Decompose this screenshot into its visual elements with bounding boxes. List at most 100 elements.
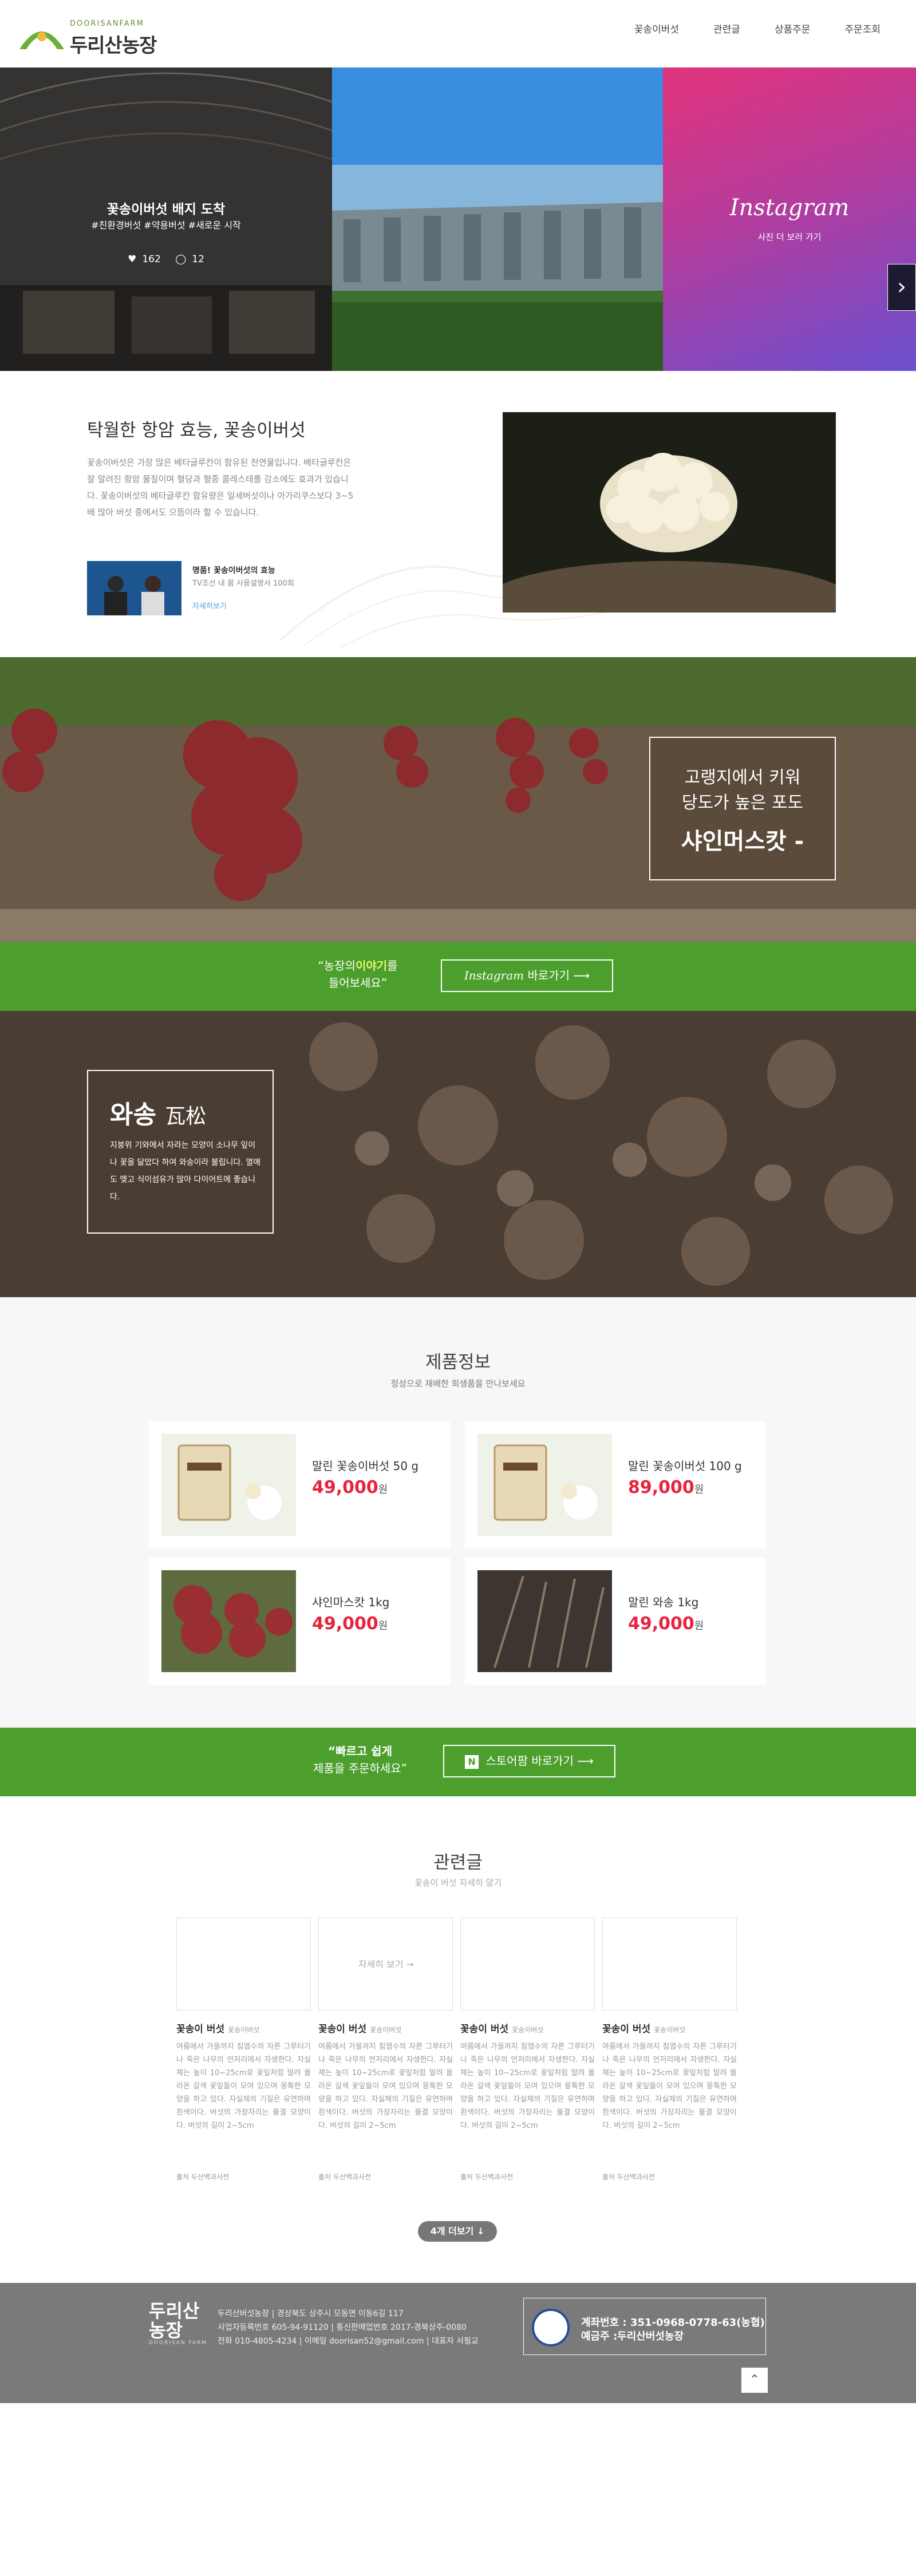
price-currency: 원 <box>378 1484 388 1496</box>
grape-line-3: 샤인머스캇 - <box>681 828 804 855</box>
intro-title: 탁월한 항암 효능, 꽃송이버섯 <box>87 420 306 441</box>
related-meta: 꽃송이버섯 <box>370 2026 402 2034</box>
store-cta-quote-c: 제품을 주문하세요” <box>313 1761 407 1775</box>
related-item-body: 여름에서 가을까지 침엽수의 자른 그루터기나 죽은 나무의 언저리에서 자생한… <box>602 2042 737 2130</box>
instagram-post-panel[interactable]: 꽃송이버섯 배지 도착 #친환경버섯 #약용버섯 #새로운 시작 ♥ 162 ◯ 1… <box>0 68 332 371</box>
post-title: 꽃송이버섯 배지 도착 <box>106 202 226 217</box>
tv-caption-subtitle: TV조선 내 몸 사용설명서 100회 <box>192 579 294 588</box>
related-card-image[interactable] <box>460 1918 595 2010</box>
nav-item-related[interactable]: 관련글 <box>696 23 757 37</box>
instagram-panel[interactable]: Instagram 사진 더 보러 가기 <box>663 68 916 371</box>
product-name: 말린 꽃송이버섯 100 g <box>628 1459 742 1473</box>
building-illustration <box>332 68 663 371</box>
nav-item-mushroom[interactable]: 꽃송이버섯 <box>617 23 696 37</box>
product-card[interactable]: 말린 꽃송이버섯 50 g 49,000원 <box>149 1421 450 1548</box>
logo-english: DOORISANFARM <box>70 19 144 28</box>
store-go-button[interactable]: N 스토어팜 바로가기 ⟶ <box>443 1745 615 1777</box>
related-section: 관련글 꽃송이 버섯 자세히 알기 자세히 보기 → 꽃송이 버섯 꽃송이버섯 꽃… <box>0 1796 916 2283</box>
related-card-image[interactable]: 자세히 보기 → <box>318 1918 453 2010</box>
product-section: 제품정보 정성으로 재배한 희생품을 만나보세요 말린 꽃송이버섯 50 g 4… <box>0 1297 916 1728</box>
load-more-button[interactable]: 4개 더보기 ↓ <box>418 2221 497 2242</box>
product-price: 49,000원 <box>312 1614 388 1634</box>
grape-line-1: 고랭지에서 키워 <box>684 768 801 788</box>
comment-count: 12 <box>192 254 204 265</box>
tv-caption-title: 명품! 꽃송이버섯의 효능 <box>192 566 275 575</box>
product-subtitle: 정성으로 재배한 희생품을 만나보세요 <box>390 1378 526 1389</box>
bank-holder: 예금주 :두리산버섯농장 <box>581 2330 684 2342</box>
related-title-text: 꽃송이 버섯 <box>460 2024 509 2035</box>
instagram-go-label: 바로가기 <box>527 969 570 982</box>
nav-item-order-check[interactable]: 주문조회 <box>827 23 881 37</box>
price-value: 49,000 <box>312 1477 378 1498</box>
product-card[interactable]: 말린 와송 1kg 49,000원 <box>465 1558 766 1685</box>
instagram-cta-bar: “농장의이야기를 들어보세요” Instagram 바로가기 ⟶ <box>0 942 916 1011</box>
related-item-source: 출처 두산백과사전 <box>318 2173 372 2181</box>
farm-building-photo <box>332 68 663 371</box>
related-title: 관련글 <box>433 1852 483 1873</box>
footer-registration: 사업자등록번호 605-94-91120 | 통신판매업번호 2017-경북상주… <box>218 2323 467 2332</box>
cta-quote-b: 를 <box>387 959 398 973</box>
related-subtitle: 꽃송이 버섯 자세히 알기 <box>414 1878 502 1888</box>
product-image <box>477 1570 612 1672</box>
price-currency: 원 <box>694 1484 704 1496</box>
tv-show-thumbnail[interactable] <box>87 561 181 615</box>
footer-info: 두리산버섯농장 | 경상북도 상주시 모동면 이동6길 117 사업자등록번호 … <box>218 2307 479 2348</box>
nav-item-order[interactable]: 상품주문 <box>757 23 828 37</box>
site-header: DOORISANFARM 두리산농장 꽃송이버섯 관련글 상품주문 주문조회 <box>0 0 916 68</box>
banner-row: 꽃송이버섯 배지 도착 #친환경버섯 #약용버섯 #새로운 시작 ♥ 162 ◯ 1… <box>0 68 916 371</box>
tv-more-link[interactable]: 자세히보기 <box>192 600 227 611</box>
mushroom-intro-section: 탁월한 항암 효능, 꽃송이버섯 꽃송이버섯은 가장 많은 베타글루칸이 함유된… <box>0 371 916 657</box>
cta-quote-a: “농장의 <box>318 959 356 973</box>
instagram-title: Instagram <box>729 195 850 221</box>
related-card-image[interactable] <box>602 1918 737 2010</box>
heart-icon: ♥ <box>128 254 137 265</box>
arrow-right-icon: ⟶ <box>573 969 590 982</box>
product-price: 89,000원 <box>628 1477 704 1498</box>
related-item-source: 출처 두산백과사전 <box>602 2173 656 2181</box>
price-value: 89,000 <box>628 1477 694 1498</box>
site-footer: 두리산 농장 DOORISAN FARM 두리산버섯농장 | 경상북도 상주시 모… <box>0 2283 916 2403</box>
related-meta: 꽃송이버섯 <box>228 2026 260 2034</box>
related-item-title[interactable]: 꽃송이 버섯 꽃송이버섯 <box>176 2021 259 2035</box>
scroll-top-button[interactable]: ⌃ <box>741 2368 768 2393</box>
naver-n-icon: N <box>465 1755 479 1769</box>
cauliflower-mushroom-image <box>503 412 836 613</box>
intro-body: 꽃송이버섯은 가장 많은 베타글루칸이 함유된 천연물입니다. 베타글루칸은 잘… <box>87 457 354 517</box>
product-name: 말린 꽃송이버섯 50 g <box>312 1459 419 1473</box>
related-title-text: 꽃송이 버섯 <box>318 2024 367 2035</box>
logo[interactable]: DOORISANFARM 두리산농장 <box>17 16 166 57</box>
next-arrow-button[interactable]: › <box>887 264 916 311</box>
product-image <box>161 1434 296 1536</box>
product-title: 제품정보 <box>425 1352 491 1373</box>
related-item-title[interactable]: 꽃송이 버섯 꽃송이버섯 <box>460 2021 543 2035</box>
wasong-caption-box: 와송 瓦松 지붕위 기와에서 자라는 모양이 소나무 잎이나 꽃을 닮았다 하여… <box>87 1070 274 1234</box>
comment-icon: ◯ <box>175 254 187 265</box>
related-meta: 꽃송이버섯 <box>512 2026 544 2034</box>
product-name: 샤인마스캇 1kg <box>312 1595 390 1609</box>
wasong-title: 와송 瓦松 <box>110 1094 206 1131</box>
related-card-image[interactable] <box>176 1918 311 2010</box>
price-currency: 원 <box>694 1620 704 1632</box>
instagram-go-button[interactable]: Instagram 바로가기 ⟶ <box>441 959 613 992</box>
product-name: 말린 와송 1kg <box>628 1595 699 1609</box>
grape-line-2: 당도가 높은 포도 <box>681 793 804 813</box>
related-item-title[interactable]: 꽃송이 버섯 꽃송이버섯 <box>602 2021 685 2035</box>
related-meta: 꽃송이버섯 <box>654 2026 686 2034</box>
price-currency: 원 <box>378 1620 388 1632</box>
footer-logo-line1: 두리산 <box>149 2300 200 2322</box>
product-card[interactable]: 샤인마스캇 1kg 49,000원 <box>149 1558 450 1685</box>
post-stats: ♥ 162 ◯ 12 <box>0 254 332 265</box>
related-hover-link[interactable]: 자세히 보기 → <box>319 1918 453 2011</box>
store-cta-bar: “빠르고 쉽게 제품을 주문하세요” N 스토어팜 바로가기 ⟶ <box>0 1728 916 1796</box>
wasong-title-ko: 와송 <box>110 1100 156 1129</box>
related-item-body: 여름에서 가을까지 침엽수의 자른 그루터기나 죽은 나무의 언저리에서 자생한… <box>176 2042 311 2130</box>
related-item-source: 출처 두산백과사전 <box>460 2173 514 2181</box>
related-title-text: 꽃송이 버섯 <box>176 2024 225 2035</box>
nh-seal-icon <box>532 2309 570 2346</box>
product-card[interactable]: 말린 꽃송이버섯 100 g 89,000원 <box>465 1421 766 1548</box>
footer-logo-en: DOORISAN FARM <box>149 2340 208 2346</box>
grape-section: 고랭지에서 키워 당도가 높은 포도 샤인머스캇 - <box>0 657 916 942</box>
related-item-body: 여름에서 가을까지 침엽수의 자른 그루터기나 죽은 나무의 언저리에서 자생한… <box>460 2042 595 2130</box>
instagram-more-link[interactable]: 사진 더 보러 가기 <box>663 231 916 243</box>
related-item-title[interactable]: 꽃송이 버섯 꽃송이버섯 <box>318 2021 401 2035</box>
